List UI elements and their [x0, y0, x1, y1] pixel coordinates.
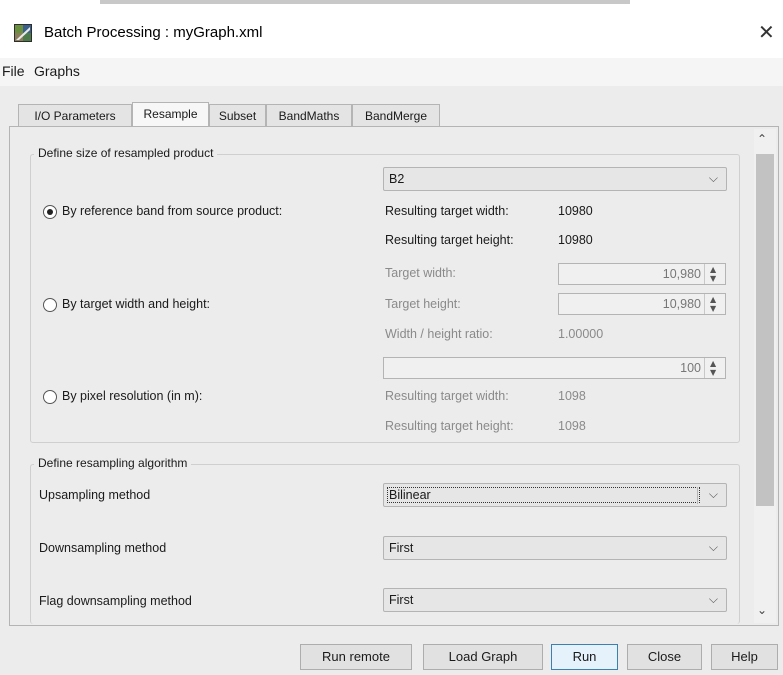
- downsampling-value: First: [389, 541, 414, 555]
- radio-pixel-resolution[interactable]: [43, 390, 57, 404]
- combo-separator: [697, 487, 698, 504]
- tab-bandmerge[interactable]: BandMerge: [352, 104, 440, 126]
- downsampling-combo[interactable]: First ⌵: [383, 536, 727, 560]
- spin-up-icon[interactable]: ▲: [710, 266, 716, 274]
- target-width-value: 10,980: [662, 267, 701, 281]
- pixel-result-height-label: Resulting target height:: [385, 419, 514, 433]
- radio-reference-band[interactable]: [43, 205, 57, 219]
- chevron-down-icon: ⌵: [708, 171, 718, 185]
- downsampling-label: Downsampling method: [39, 541, 167, 555]
- run-button[interactable]: Run: [551, 644, 618, 670]
- menu-bar: [0, 58, 783, 86]
- upsampling-label: Upsampling method: [39, 488, 151, 502]
- ref-result-height-value: 10980: [558, 233, 593, 247]
- target-width-label: Target width:: [385, 266, 456, 280]
- close-button[interactable]: Close: [627, 644, 702, 670]
- radio-target-width-height[interactable]: [43, 298, 57, 312]
- target-height-spinner[interactable]: 10,980 ▲ ▼: [558, 293, 726, 315]
- ref-result-width-label: Resulting target width:: [385, 204, 509, 218]
- target-height-value: 10,980: [662, 297, 701, 311]
- chevron-down-icon: ⌵: [708, 592, 718, 606]
- reference-band-value: B2: [389, 172, 405, 186]
- chevron-down-icon: ⌵: [708, 487, 718, 501]
- ref-result-height-label: Resulting target height:: [385, 233, 514, 247]
- help-button[interactable]: Help: [711, 644, 778, 670]
- flag-downsampling-value: First: [389, 593, 414, 607]
- run-remote-button[interactable]: Run remote: [300, 644, 412, 670]
- ratio-value: 1.00000: [558, 327, 604, 341]
- algorithm-group-title: Define resampling algorithm: [34, 456, 192, 470]
- spin-up-icon[interactable]: ▲: [710, 296, 716, 304]
- pixel-result-width-value: 1098: [558, 389, 586, 403]
- pixel-resolution-spinner[interactable]: 100 ▲ ▼: [383, 357, 726, 379]
- window-title: Batch Processing : myGraph.xml: [44, 24, 263, 41]
- flag-downsampling-label: Flag downsampling method: [39, 594, 192, 608]
- target-width-arrows[interactable]: ▲ ▼: [704, 264, 725, 284]
- pixel-result-width-label: Resulting target width:: [385, 389, 509, 403]
- spin-up-icon[interactable]: ▲: [710, 360, 716, 368]
- target-height-arrows[interactable]: ▲ ▼: [704, 294, 725, 314]
- tab-subset[interactable]: Subset: [209, 104, 266, 126]
- spin-down-icon[interactable]: ▼: [710, 369, 716, 377]
- top-strip: [0, 0, 783, 8]
- upsampling-value: Bilinear: [389, 488, 431, 502]
- pixel-result-height-value: 1098: [558, 419, 586, 433]
- ratio-label: Width / height ratio:: [385, 327, 493, 341]
- scroll-up-icon[interactable]: ⌃: [757, 132, 767, 146]
- target-width-spinner[interactable]: 10,980 ▲ ▼: [558, 263, 726, 285]
- scrollbar-thumb[interactable]: [756, 154, 774, 506]
- upsampling-combo[interactable]: Bilinear ⌵: [383, 483, 727, 507]
- focus-ring: [387, 487, 700, 503]
- flag-downsampling-combo[interactable]: First ⌵: [383, 588, 727, 612]
- tab-io-parameters[interactable]: I/O Parameters: [18, 104, 132, 126]
- target-height-label: Target height:: [385, 297, 461, 311]
- menu-file[interactable]: File: [2, 63, 25, 79]
- spin-down-icon[interactable]: ▼: [710, 305, 716, 313]
- option-reference-label: By reference band from source product:: [62, 204, 283, 218]
- pixel-resolution-arrows[interactable]: ▲ ▼: [704, 358, 725, 378]
- snap-app-icon: [14, 24, 32, 42]
- spin-down-icon[interactable]: ▼: [710, 275, 716, 283]
- size-group-title: Define size of resampled product: [34, 146, 218, 160]
- load-graph-button[interactable]: Load Graph: [423, 644, 543, 670]
- tab-resample[interactable]: Resample: [132, 102, 209, 127]
- option-wh-label: By target width and height:: [62, 297, 211, 311]
- close-icon[interactable]: ✕: [758, 20, 775, 44]
- tab-bandmaths[interactable]: BandMaths: [266, 104, 352, 126]
- pixel-resolution-value: 100: [680, 361, 701, 375]
- top-strip-bar: [100, 0, 630, 4]
- ref-result-width-value: 10980: [558, 204, 593, 218]
- option-pixel-label: By pixel resolution (in m):: [62, 389, 203, 403]
- reference-band-combo[interactable]: B2 ⌵: [383, 167, 727, 191]
- chevron-down-icon: ⌵: [708, 540, 718, 554]
- scroll-down-icon[interactable]: ⌄: [757, 603, 767, 617]
- menu-graphs[interactable]: Graphs: [34, 63, 80, 79]
